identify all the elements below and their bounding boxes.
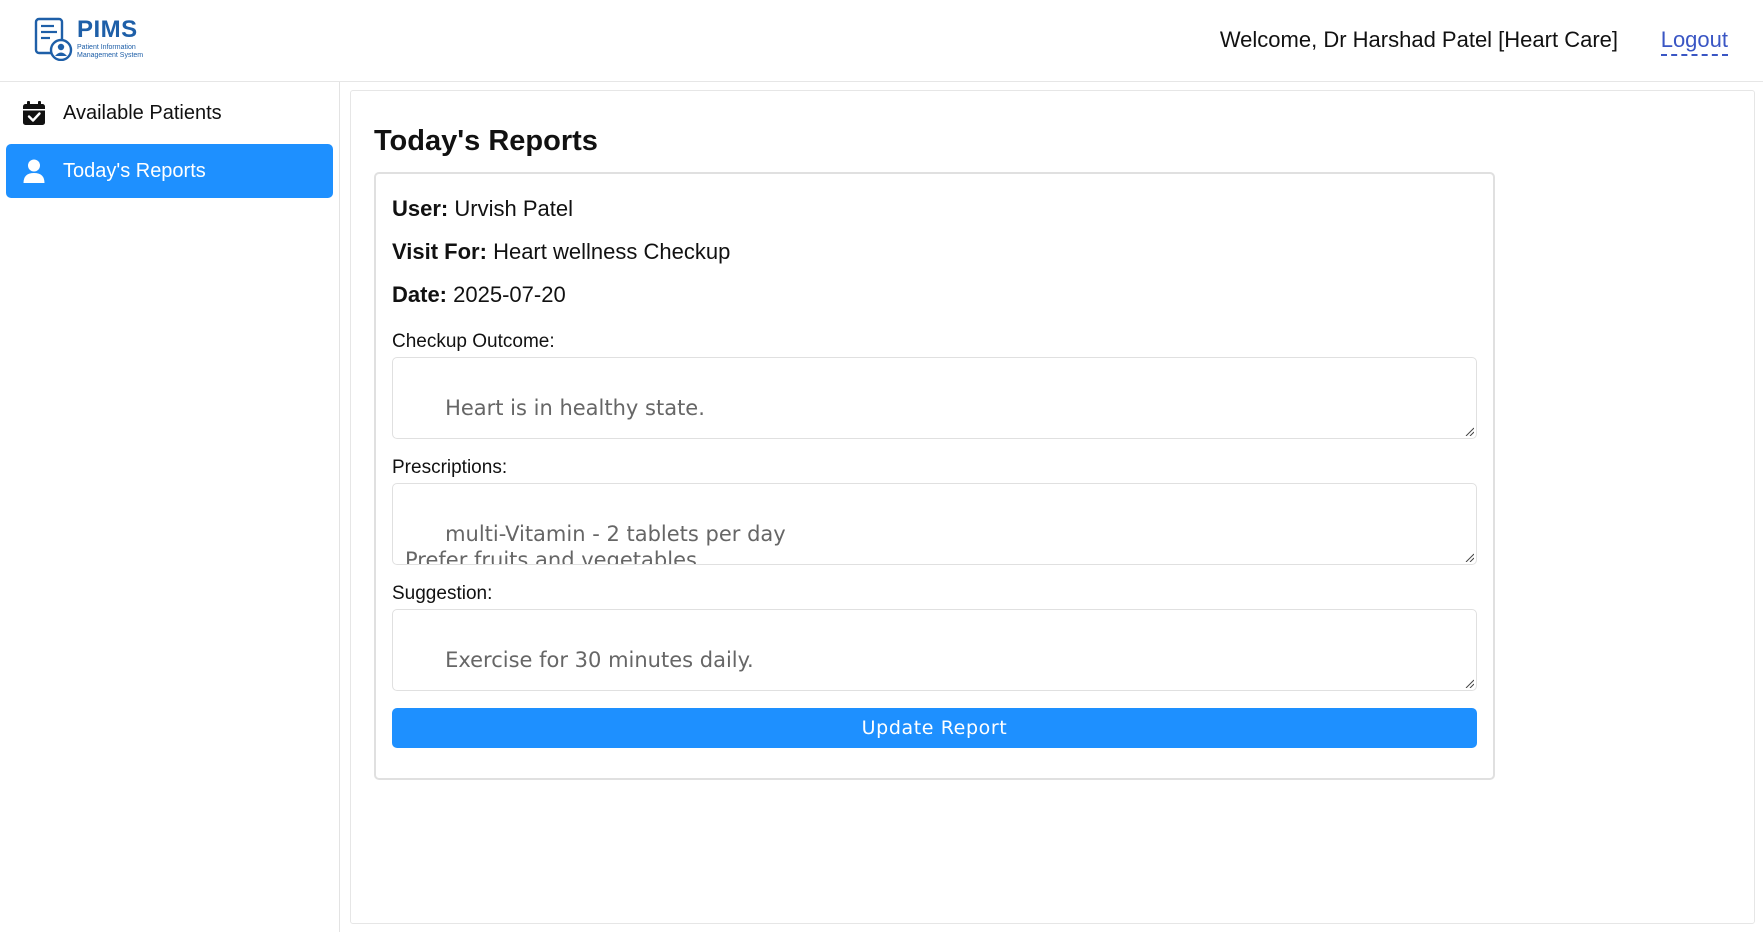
welcome-message: Welcome, Dr Harshad Patel [Heart Care] [1219,27,1618,52]
user-label: User: [392,196,449,221]
main-panel: Today's Reports User: Urvish Patel Visit… [350,90,1755,924]
sidebar-item-available-patients[interactable]: Available Patients [6,86,333,140]
suggestion-text: Exercise for 30 minutes daily. [445,648,754,672]
report-card: User: Urvish Patel Visit For: Heart well… [374,172,1495,780]
prescriptions-label: Prescriptions: [392,457,508,478]
logo-subtitle-line2: Management System [77,52,144,59]
resize-handle-icon[interactable] [1464,426,1474,436]
calendar-check-icon [22,101,46,125]
report-user: User: Urvish Patel [392,196,573,222]
app-header: PIMS Patient Information Management Syst… [0,0,1763,82]
report-visit: Visit For: Heart wellness Checkup [392,239,730,265]
visit-value: Heart wellness Checkup [493,239,731,264]
logo-subtitle-line1: Patient Information [77,44,136,51]
logout-link[interactable]: Logout [1660,27,1728,56]
update-report-button[interactable]: Update Report [392,708,1477,748]
sidebar-item-todays-reports[interactable]: Today's Reports [6,144,333,198]
logo-title: PIMS [77,16,138,43]
date-label: Date: [392,282,448,307]
prescriptions-text: multi-Vitamin - 2 tablets per day Prefer… [405,522,786,565]
date-value: 2025-07-20 [453,282,566,307]
suggestion-label: Suggestion: [392,583,493,604]
page-title: Today's Reports [374,125,598,157]
report-date: Date: 2025-07-20 [392,282,566,308]
user-icon [22,159,46,183]
suggestion-textarea[interactable]: Exercise for 30 minutes daily. [392,609,1477,691]
user-value: Urvish Patel [454,196,573,221]
resize-handle-icon[interactable] [1464,552,1474,562]
sidebar: Available Patients Today's Reports [0,82,340,932]
visit-label: Visit For: [392,239,487,264]
checkup-outcome-label: Checkup Outcome: [392,331,555,352]
sidebar-item-label: Today's Reports [63,159,206,182]
prescriptions-textarea[interactable]: multi-Vitamin - 2 tablets per day Prefer… [392,483,1477,565]
sidebar-item-label: Available Patients [63,101,222,124]
clipboard-user-icon [34,17,73,61]
checkup-outcome-textarea[interactable]: Heart is in healthy state. [392,357,1477,439]
resize-handle-icon[interactable] [1464,678,1474,688]
logo-text: PIMS Patient Information Management Syst… [77,18,143,60]
pims-logo[interactable]: PIMS Patient Information Management Syst… [34,16,143,62]
checkup-outcome-text: Heart is in healthy state. [445,396,705,420]
